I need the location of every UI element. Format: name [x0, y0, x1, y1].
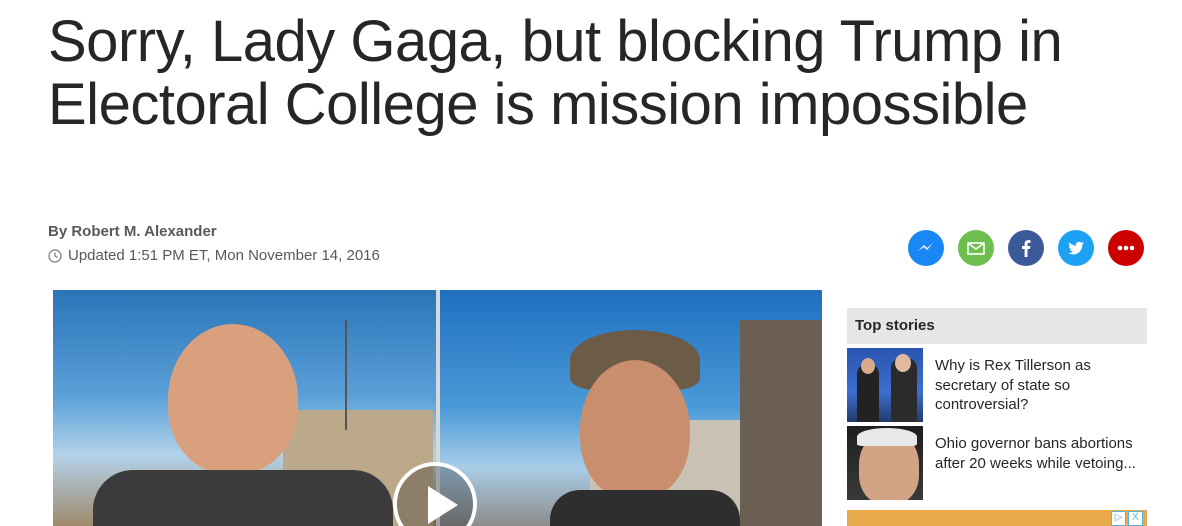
video-host-suit	[93, 470, 393, 526]
video-guest-shirt	[550, 490, 740, 526]
ad-close-button[interactable]: X	[1128, 511, 1143, 526]
article-headline: Sorry, Lady Gaga, but blocking Trump in …	[48, 9, 1063, 137]
video-guest-head	[580, 360, 690, 500]
video-flagpole	[345, 320, 347, 430]
video-building-right	[740, 320, 822, 526]
clock-icon	[48, 248, 62, 263]
facebook-icon	[1022, 240, 1031, 257]
play-icon	[428, 486, 458, 524]
email-share-button[interactable]	[958, 230, 994, 266]
top-story-thumbnail[interactable]	[847, 426, 923, 500]
top-story-thumbnail[interactable]	[847, 348, 923, 422]
ad-info-icon[interactable]: ▷	[1111, 511, 1126, 526]
twitter-icon	[1068, 241, 1084, 255]
top-stories-header: Top stories	[847, 308, 1147, 344]
ad-controls: ▷ X	[1111, 511, 1143, 526]
top-story-title[interactable]: Why is Rex Tillerson as secretary of sta…	[935, 348, 1147, 422]
twitter-share-button[interactable]	[1058, 230, 1094, 266]
video-right-panel	[440, 290, 822, 526]
video-player[interactable]	[53, 290, 822, 526]
more-icon	[1117, 245, 1135, 251]
facebook-share-button[interactable]	[1008, 230, 1044, 266]
more-share-button[interactable]	[1108, 230, 1144, 266]
updated-text: Updated 1:51 PM ET, Mon November 14, 201…	[68, 247, 380, 264]
top-story-item[interactable]: Ohio governor bans abortions after 20 we…	[847, 426, 1147, 500]
advertisement[interactable]: ▷ X	[847, 510, 1147, 526]
article-timestamp: Updated 1:51 PM ET, Mon November 14, 201…	[48, 247, 380, 264]
top-stories-panel: Top stories Why is Rex Tillerson as secr…	[847, 308, 1147, 500]
messenger-icon	[918, 243, 933, 251]
messenger-share-button[interactable]	[908, 230, 944, 266]
video-host-head	[168, 324, 298, 474]
share-bar	[908, 230, 1144, 266]
top-story-title[interactable]: Ohio governor bans abortions after 20 we…	[935, 426, 1147, 500]
article-byline[interactable]: By Robert M. Alexander	[48, 223, 217, 240]
email-icon	[967, 242, 985, 255]
top-story-item[interactable]: Why is Rex Tillerson as secretary of sta…	[847, 348, 1147, 422]
